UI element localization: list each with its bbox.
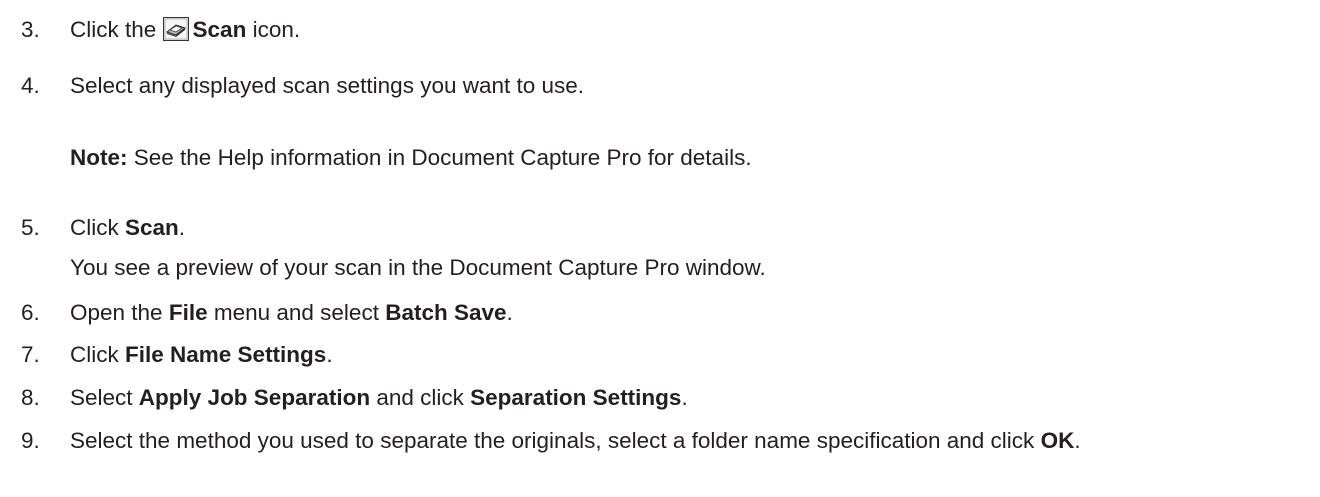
step-number: 8. bbox=[21, 385, 40, 410]
step-text: Open the File menu and select Batch Save… bbox=[70, 300, 513, 325]
step-text: Click File Name Settings. bbox=[70, 342, 333, 367]
scan-icon bbox=[162, 17, 189, 41]
step-number: 6. bbox=[21, 300, 40, 325]
step-number: 4. bbox=[21, 73, 40, 98]
step-text: Select Apply Job Separation and click Se… bbox=[70, 385, 688, 410]
step-number: 3. bbox=[21, 17, 40, 42]
step-text: Click the Scan icon. bbox=[70, 17, 301, 42]
step-number: 5. bbox=[21, 215, 40, 240]
step-number: 9. bbox=[21, 428, 40, 453]
instruction-page: 3. Click the Scan icon. 4. Select any di… bbox=[0, 0, 1320, 497]
step-number: 7. bbox=[21, 342, 40, 367]
step-text: Click Scan. bbox=[70, 215, 186, 240]
step-text: Select the method you used to separate t… bbox=[70, 428, 1081, 453]
step-5-result: You see a preview of your scan in the Do… bbox=[70, 255, 766, 280]
step-text: Select any displayed scan settings you w… bbox=[70, 73, 585, 98]
note-label: Note: bbox=[70, 145, 128, 170]
note-text: Note: See the Help information in Docume… bbox=[70, 145, 752, 170]
